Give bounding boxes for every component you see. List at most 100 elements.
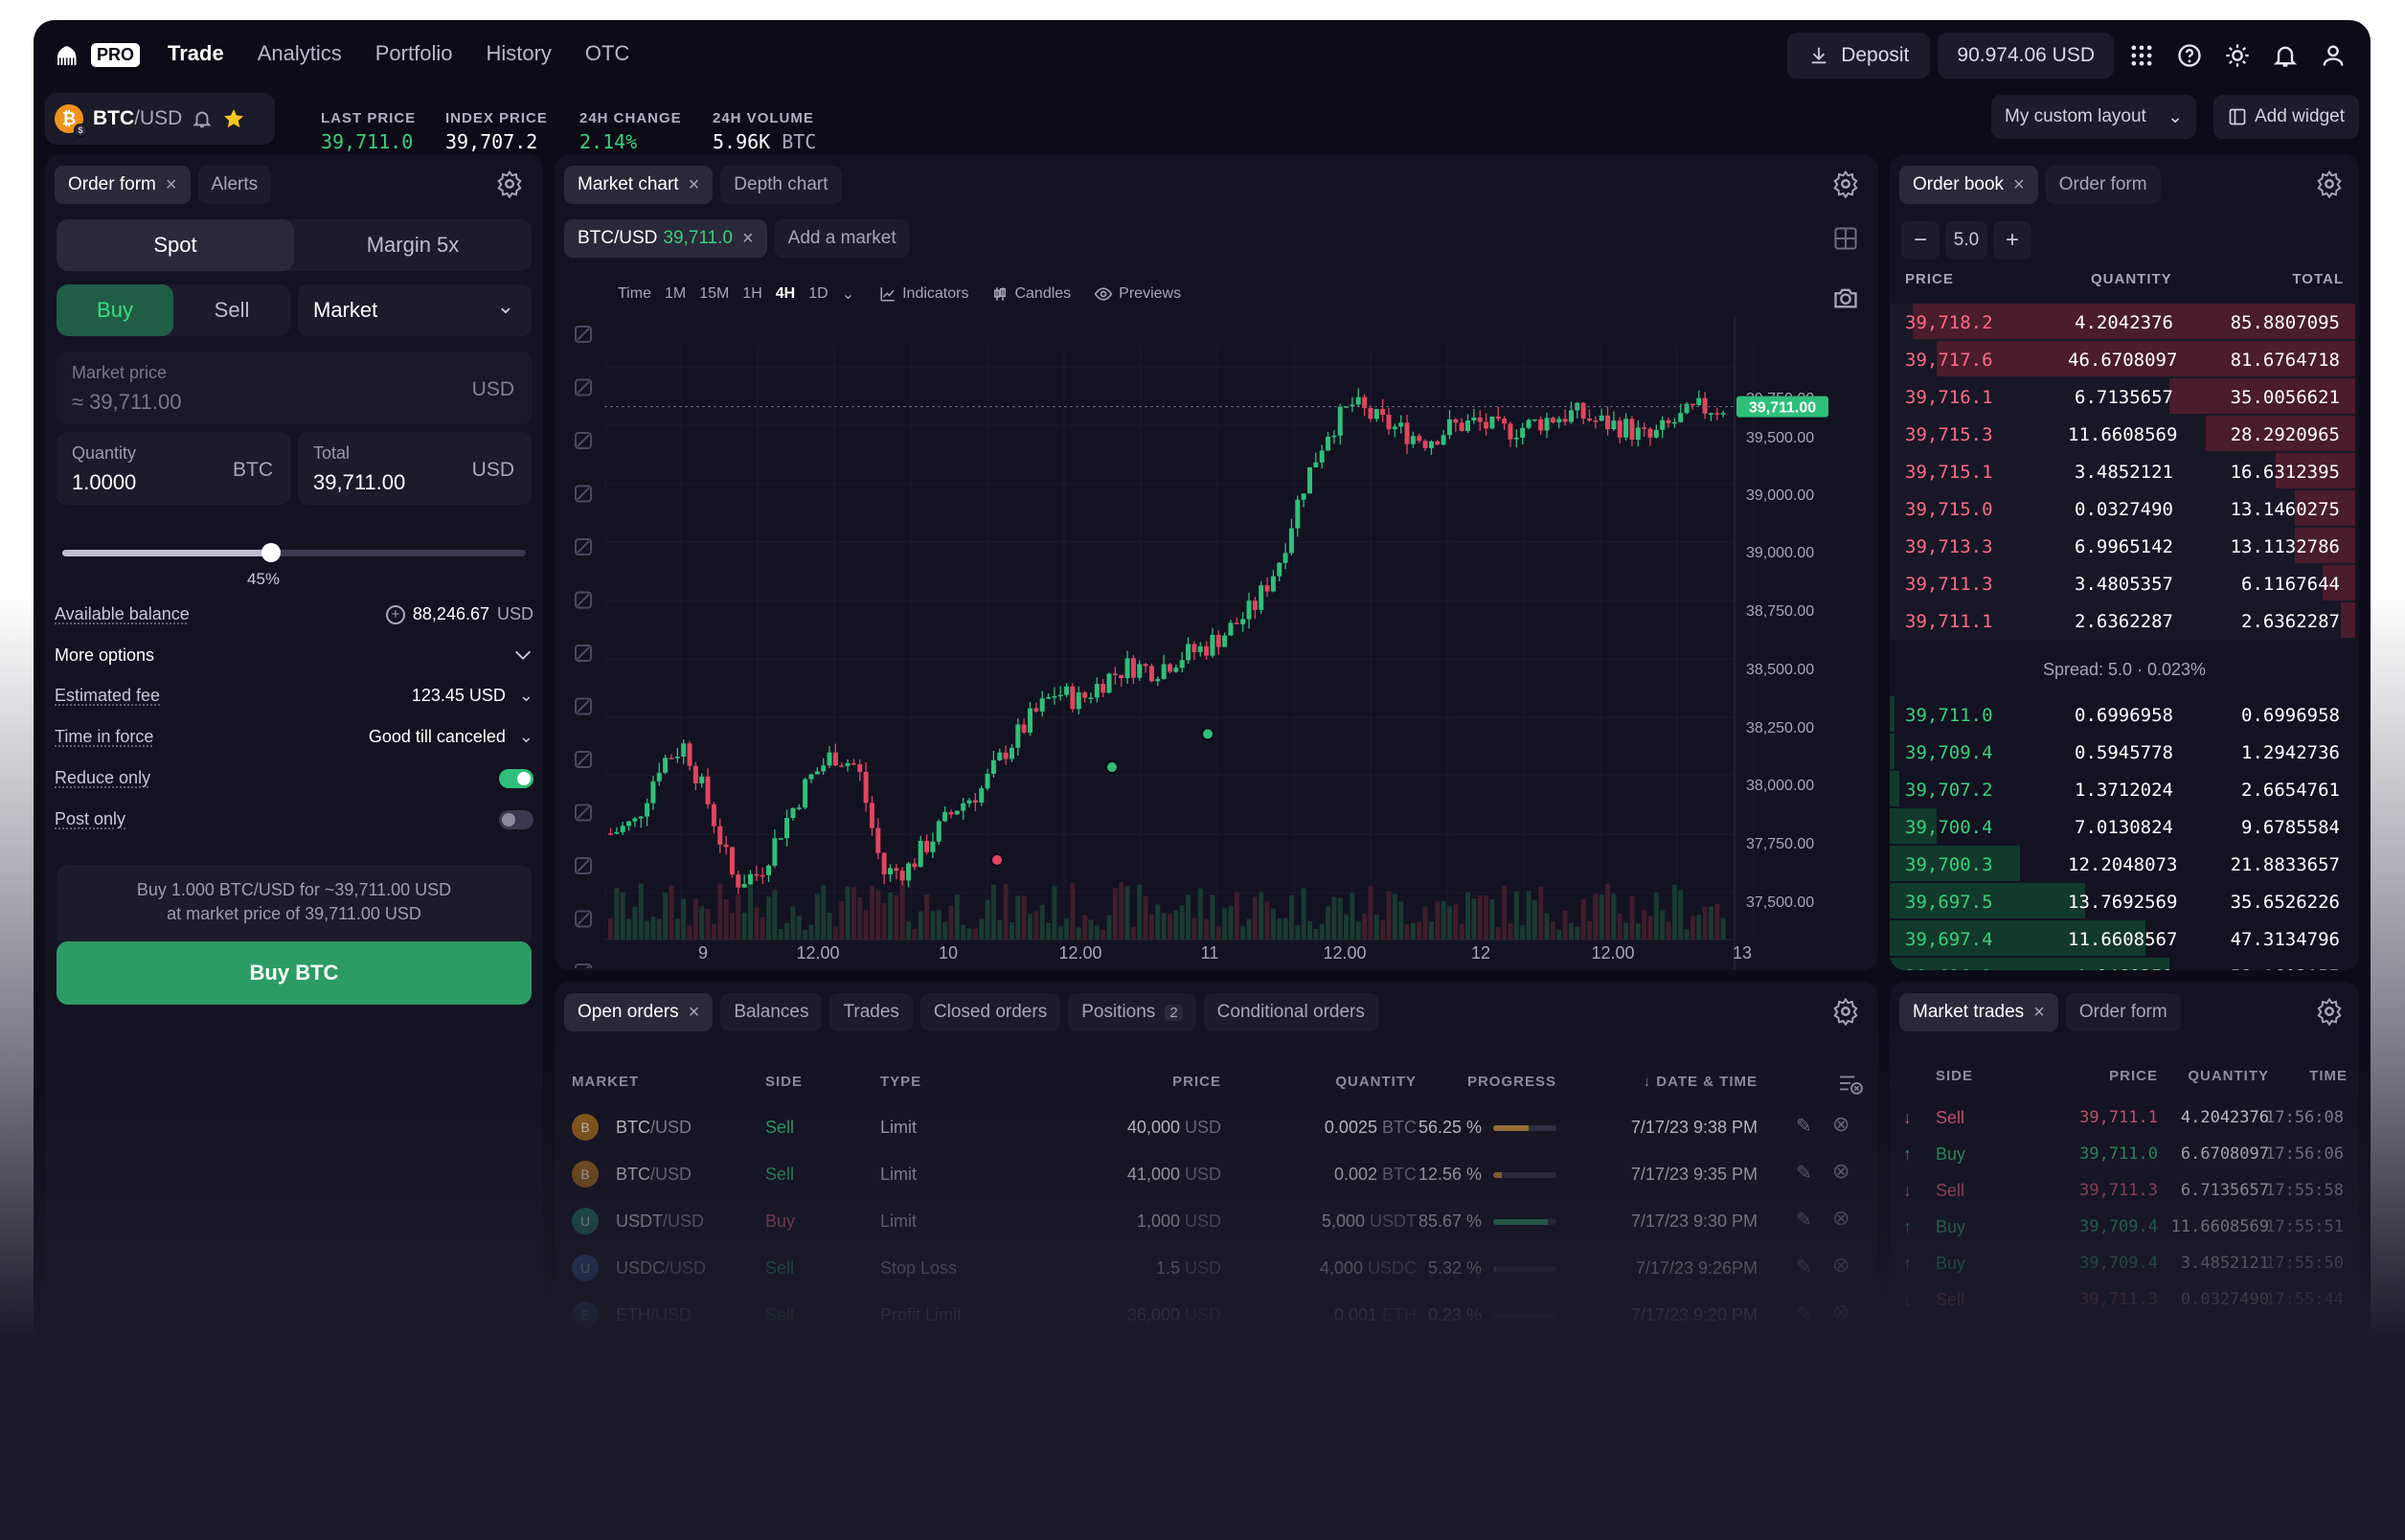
pair-selector[interactable]: ₿ $ BTC/USD [45,93,275,145]
order-book-bid-row[interactable]: 39,709.4 0.5945778 1.2942736 [1890,734,2355,771]
edit-order-icon[interactable]: ✎ [1796,1208,1812,1232]
previews-button[interactable]: Previews [1094,284,1181,304]
indicators-button[interactable]: Indicators [879,285,968,303]
order-book-bid-row[interactable]: 39,700.4 7.0130824 9.6785584 [1890,808,2355,846]
tab-order-form[interactable]: Order form × [55,166,191,204]
market-tab-btc-usd[interactable]: BTC/USD 39,711.0 × [564,219,767,258]
time-in-force-row[interactable]: Time in force Good till canceled ⌄ [55,727,533,747]
add-widget-button[interactable]: Add widget [2213,95,2359,139]
close-icon[interactable]: × [742,228,754,250]
settings-gear-icon[interactable] [1831,997,1860,1026]
order-book-bid-row[interactable]: 39,707.2 1.3712024 2.6654761 [1890,771,2355,808]
interval-time[interactable]: Time [618,285,651,303]
crosshair-tool-icon[interactable] [575,963,592,970]
cancel-order-icon[interactable]: ⊗ [1832,1112,1849,1137]
tab-open-orders[interactable]: Open orders × [564,993,714,1031]
deposit-button[interactable]: Deposit [1787,33,1931,79]
sell-tab[interactable]: Sell [173,284,290,336]
favorite-star-icon[interactable] [222,107,245,130]
settings-gear-icon[interactable] [495,170,524,198]
brush-tool-icon[interactable] [575,432,592,449]
text-tool-icon[interactable] [575,645,592,662]
order-book-ask-row[interactable]: 39,715.0 0.0327490 13.1460275 [1890,490,2355,528]
trade-marker[interactable] [1201,727,1214,741]
fib-tool-icon[interactable] [575,697,592,715]
buy-btc-button[interactable]: Buy BTC [57,941,532,1005]
interval-15m[interactable]: 15M [699,285,729,303]
tick-increase-button[interactable]: + [1993,221,2031,260]
amount-slider-handle[interactable] [261,543,281,562]
interval-1h[interactable]: 1H [742,285,761,303]
lock-tool-icon[interactable] [575,378,592,396]
close-icon[interactable]: × [689,1002,700,1024]
close-icon[interactable]: × [2013,174,2025,196]
total-input[interactable]: Total 39,711.00 USD [298,432,532,505]
trade-marker[interactable] [990,852,1004,867]
trend-line-tool-icon[interactable] [575,910,592,928]
tab-market-trades[interactable]: Market trades × [1899,993,2058,1031]
user-account-icon[interactable] [2313,33,2353,79]
layout-grid-icon[interactable] [1832,225,1859,252]
visibility-tool-icon[interactable] [575,326,592,343]
close-icon[interactable]: × [689,174,700,196]
candles-button[interactable]: Candles [991,285,1071,303]
spot-tab[interactable]: Spot [57,219,294,271]
tick-size-value[interactable]: 5.0 [1945,221,1987,260]
tick-decrease-button[interactable]: − [1901,221,1940,260]
edit-order-icon[interactable]: ✎ [1796,1114,1812,1138]
cancel-order-icon[interactable]: ⊗ [1832,1253,1849,1278]
margin-tab[interactable]: Margin 5x [294,219,532,271]
tab-balances[interactable]: Balances [720,993,823,1031]
tab-order-form-3[interactable]: Order form [2065,993,2181,1031]
logo[interactable]: PRO [55,43,141,67]
order-book-ask-row[interactable]: 39,716.1 6.7135657 35.0056621 [1890,378,2355,416]
interval-chevron-down-icon[interactable]: ⌄ [842,284,854,304]
close-icon[interactable]: × [166,174,177,196]
add-market-button[interactable]: Add a market [774,219,910,258]
order-type-select[interactable]: Market ⌄ [298,284,532,336]
table-row[interactable]: B BTC/USD Sell Limit 40,000 USD 0.0025 BTC 56.… [555,1104,1876,1150]
order-book-ask-row[interactable]: 39,715.1 3.4852121 16.6312395 [1890,453,2355,490]
buy-tab[interactable]: Buy [57,284,173,336]
order-book-ask-row[interactable]: 39,713.3 6.9965142 13.1132786 [1890,528,2355,565]
account-balance[interactable]: 90.974.06 USD [1938,33,2114,79]
zoom-tool-icon[interactable] [575,485,592,503]
price-alert-bell-icon[interactable] [192,108,213,129]
theme-sun-icon[interactable] [2217,33,2258,79]
add-funds-icon[interactable]: + [385,604,405,624]
layout-selector[interactable]: My custom layout ⌄ [1991,95,2196,139]
order-book-ask-row[interactable]: 39,711.3 3.4805357 6.1167644 [1890,565,2355,602]
cancel-order-icon[interactable]: ⊗ [1832,1300,1849,1325]
order-book-bid-row[interactable]: 39,711.0 0.6996958 0.6996958 [1890,696,2355,734]
ruler-tool-icon[interactable] [575,538,592,555]
close-icon[interactable]: × [2033,1002,2045,1024]
order-book-bid-row[interactable]: 39,697.5 13.7692569 35.6526226 [1890,883,2355,920]
post-only-toggle[interactable] [499,809,533,829]
tab-closed-orders[interactable]: Closed orders [919,993,1061,1031]
pen-tool-icon[interactable] [575,804,592,822]
nav-otc[interactable]: OTC [585,41,629,66]
order-book-ask-row[interactable]: 39,715.3 11.6608569 28.2920965 [1890,416,2355,453]
settings-gear-icon[interactable] [1831,170,1860,198]
order-book-bid-row[interactable]: 39,700.3 12.2048073 21.8833657 [1890,846,2355,883]
estimated-fee-row[interactable]: Estimated fee 123.45 USD ⌄ [55,686,533,706]
settings-gear-icon[interactable] [2315,170,2344,198]
edit-order-icon[interactable]: ✎ [1796,1161,1812,1185]
nav-history[interactable]: History [486,41,551,66]
table-row[interactable]: U USDT/USD Buy Limit 1,000 USD 5,000 USDT 85.6… [555,1198,1876,1244]
tab-depth-chart[interactable]: Depth chart [720,166,842,204]
reduce-only-toggle[interactable] [499,768,533,788]
amount-slider-track[interactable] [62,543,526,562]
help-icon[interactable] [2169,33,2210,79]
table-row[interactable]: E ETH/USD Sell Profit Limit 36,000 USD 0.001 … [555,1292,1876,1338]
more-options-row[interactable]: More options [55,645,533,666]
tab-positions[interactable]: Positions 2 [1068,993,1196,1031]
order-book-ask-row[interactable]: 39,717.6 46.6708097 81.6764718 [1890,341,2355,378]
quantity-input[interactable]: Quantity 1.0000 BTC [57,432,290,505]
table-row[interactable]: B BTC/USD Sell Limit 41,000 USD 0.002 BTC 12.5… [555,1151,1876,1197]
edit-order-icon[interactable]: ✎ [1796,1302,1812,1325]
tab-alerts[interactable]: Alerts [197,166,272,204]
magnet-tool-icon[interactable] [575,591,592,609]
edit-order-icon[interactable]: ✎ [1796,1255,1812,1279]
screenshot-camera-icon[interactable] [1832,284,1859,311]
